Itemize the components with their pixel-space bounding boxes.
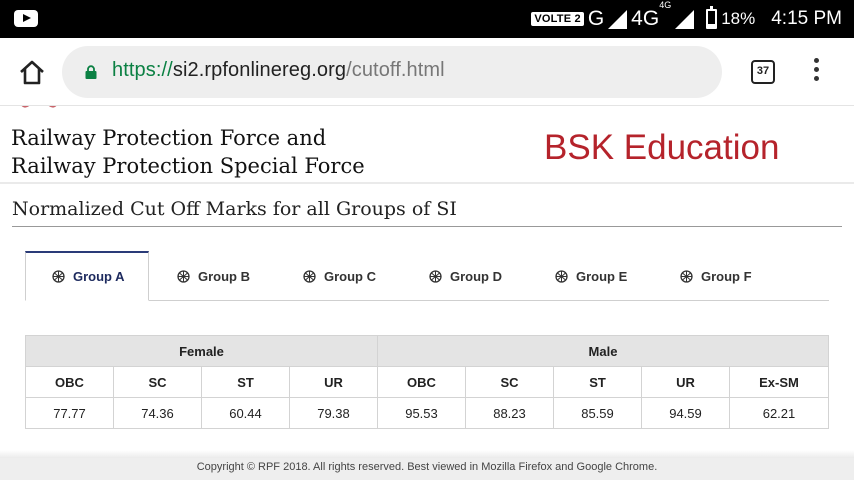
home-icon: [20, 60, 44, 85]
url-text[interactable]: https://si2.rpfonlinereg.org/cutoff.html: [112, 59, 445, 82]
table-cell: 74.36: [113, 397, 202, 429]
home-button[interactable]: [18, 59, 46, 85]
group-icon: [429, 269, 442, 283]
group-icon: [680, 269, 693, 283]
battery-percentage: 18%: [721, 9, 756, 28]
column-header: SC: [465, 366, 554, 398]
org-title: Railway Protection Force and Railway Pro…: [11, 124, 365, 180]
browser-toolbar: https://si2.rpfonlinereg.org/cutoff.html…: [0, 38, 854, 106]
org-title-line2: Railway Protection Special Force: [11, 154, 365, 178]
signal-icon: [608, 9, 628, 29]
column-header: ST: [201, 366, 290, 398]
tab-group-e[interactable]: Group E: [555, 251, 627, 301]
status-indicators: VOLTE 2 G 4G4G 18% 4:15 PM: [531, 0, 842, 38]
group-icon: [52, 270, 65, 283]
cutoff-table: Female Male OBC SC ST UR OBC SC ST UR Ex…: [25, 335, 829, 429]
tab-group-a[interactable]: Group A: [25, 251, 149, 301]
url-path: /cutoff.html: [346, 59, 445, 81]
group-icon: [177, 269, 190, 283]
url-host: si2.rpfonlinereg.org: [172, 59, 347, 81]
tabs-icon[interactable]: 37: [751, 60, 775, 84]
tab-label: Group C: [324, 268, 376, 284]
group-header-female: Female: [25, 335, 378, 367]
group-icon: [303, 269, 316, 283]
column-header: Ex-SM: [729, 366, 829, 398]
tab-group-f[interactable]: Group F: [680, 251, 752, 301]
column-header: OBC: [377, 366, 466, 398]
tab-group-c[interactable]: Group C: [303, 251, 376, 301]
column-header: UR: [641, 366, 730, 398]
tab-label: Group B: [198, 268, 250, 284]
battery-icon: [706, 6, 718, 29]
footer-copyright: Copyright © RPF 2018. All rights reserve…: [0, 458, 854, 480]
column-header: OBC: [25, 366, 114, 398]
volte-badge: VOLTE 2: [531, 12, 584, 26]
header-divider: [0, 182, 854, 184]
address-bar[interactable]: https://si2.rpfonlinereg.org/cutoff.html: [62, 46, 722, 98]
menu-icon[interactable]: [810, 58, 822, 86]
table-cell: 88.23: [465, 397, 554, 429]
table-cell: 62.21: [729, 397, 829, 429]
network-4g-sup: 4G: [659, 0, 672, 10]
table-cell: 85.59: [553, 397, 642, 429]
tab-label: Group F: [701, 268, 752, 284]
column-header: ST: [553, 366, 642, 398]
table-row: 77.77 74.36 60.44 79.38 95.53 88.23 85.5…: [25, 397, 829, 429]
url-scheme: https://: [112, 59, 173, 81]
column-header: UR: [289, 366, 378, 398]
network-4g-text: 4G: [631, 7, 660, 30]
group-tabs: Group A Group B Group C Group D Group E …: [25, 251, 829, 301]
network-g-label: G: [587, 7, 605, 30]
title-underline: [12, 226, 842, 227]
page-title: Normalized Cut Off Marks for all Groups …: [12, 198, 457, 220]
table-cell: 95.53: [377, 397, 466, 429]
table-group-row: Female Male: [25, 335, 829, 367]
logo-fragment: [21, 106, 57, 108]
table-header-row: OBC SC ST UR OBC SC ST UR Ex-SM: [25, 366, 829, 398]
tab-group-b[interactable]: Group B: [177, 251, 250, 301]
org-title-line1: Railway Protection Force and: [11, 126, 327, 150]
network-4g-label: 4G4G: [631, 0, 671, 31]
page-content: Railway Protection Force and Railway Pro…: [0, 106, 854, 480]
status-bar: VOLTE 2 G 4G4G 18% 4:15 PM: [0, 0, 854, 38]
brand-watermark: BSK Education: [544, 128, 780, 167]
column-header: SC: [113, 366, 202, 398]
table-cell: 94.59: [641, 397, 730, 429]
status-clock: 4:15 PM: [771, 8, 842, 29]
table-cell: 77.77: [25, 397, 114, 429]
youtube-icon: [14, 10, 38, 27]
table-cell: 60.44: [201, 397, 290, 429]
tab-label: Group E: [576, 268, 628, 284]
tab-label: Group A: [73, 269, 125, 284]
tab-label: Group D: [450, 268, 502, 284]
group-icon: [555, 269, 568, 283]
tab-group-d[interactable]: Group D: [429, 251, 502, 301]
lock-icon: [85, 65, 97, 79]
group-header-male: Male: [377, 335, 829, 367]
signal-4g-icon: [675, 9, 695, 29]
table-cell: 79.38: [289, 397, 378, 429]
